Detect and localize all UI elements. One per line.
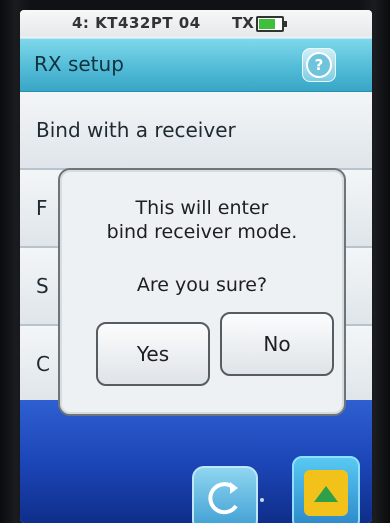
help-icon: ? [306,52,332,78]
help-button[interactable]: ? [302,48,336,82]
title-bar: RX setup ? [20,38,372,92]
list-item-label: Bind with a receiver [36,118,236,142]
yes-button[interactable]: Yes [96,322,210,386]
confirm-dialog: This will enter bind receiver mode. Are … [58,168,346,416]
battery-icon [256,16,287,32]
status-bar: 4: KT432PT 04 TX [20,10,372,36]
forward-button[interactable] [292,456,360,523]
forward-arrow-icon [304,470,348,516]
back-button[interactable] [192,466,258,523]
model-status-text: 4: KT432PT 04 [72,14,201,32]
page-title: RX setup [34,52,124,76]
dialog-message-line2: bind receiver mode. [106,221,298,243]
dialog-message-line1: This will enter [135,197,269,219]
no-button[interactable]: No [220,312,334,376]
tx-label: TX [232,14,254,32]
page-dot [260,498,264,502]
dialog-question: Are you sure? [136,274,268,296]
list-item-label: F [36,196,48,220]
list-item-bind-receiver[interactable]: Bind with a receiver [20,92,372,170]
list-item-label: S [36,274,49,298]
list-item-label: C [36,352,50,376]
device-screen: 4: KT432PT 04 TX RX setup ? Bind with a … [20,10,372,523]
back-arrow-icon [208,482,238,515]
dialog-message: This will enter bind receiver mode. [60,196,344,244]
